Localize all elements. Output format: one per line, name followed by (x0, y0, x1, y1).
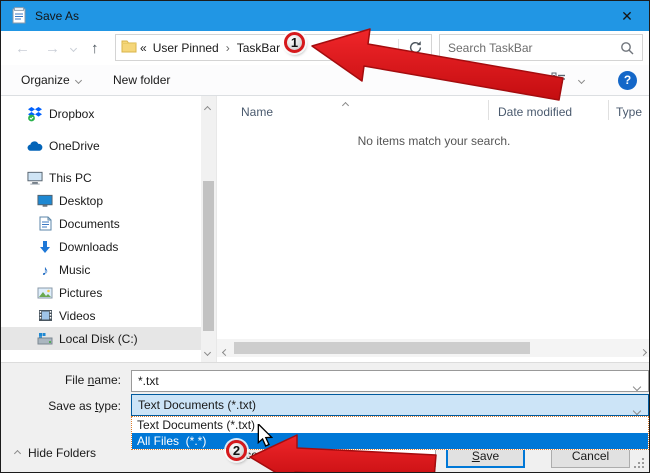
sidebar-item-label: Documents (59, 216, 120, 231)
sidebar-item-documents[interactable]: Documents (1, 212, 201, 235)
sidebar-item-label: Desktop (59, 193, 104, 208)
refresh-icon[interactable] (408, 40, 423, 58)
videos-icon (37, 308, 53, 324)
dropdown-option-all-files[interactable]: All Files (*.*) (132, 433, 648, 449)
save-as-dialog: Save As ✕ ← → ↑ « User Pinned › TaskBar … (0, 0, 650, 473)
sidebar-item-label: Local Disk (C:) (59, 331, 138, 346)
sidebar-item-label: OneDrive (49, 138, 100, 153)
breadcrumb-overflow[interactable]: « (137, 41, 150, 55)
step2-badge: 2 (226, 440, 247, 461)
sidebar-item-onedrive[interactable]: OneDrive (1, 134, 201, 157)
save-as-type-combobox[interactable]: Text Documents (*.txt) (131, 394, 649, 416)
pictures-icon (37, 285, 53, 301)
sidebar-item-label: Videos (59, 308, 96, 323)
title-bar: Save As ✕ (1, 1, 649, 31)
search-icon (620, 41, 634, 58)
recent-locations-chevron-icon[interactable] (69, 31, 78, 65)
sidebar-item-label: Pictures (59, 285, 103, 300)
back-icon[interactable]: ← (15, 31, 30, 65)
sidebar-item-label: Downloads (59, 239, 119, 254)
address-dropdown-chevron-icon[interactable] (381, 45, 391, 59)
help-icon: ? (618, 70, 637, 90)
up-icon[interactable]: ↑ (91, 31, 99, 65)
save-as-type-chevron-icon[interactable] (632, 403, 642, 417)
column-header-date-modified[interactable]: Date modified (498, 101, 572, 123)
step1-badge: 1 (284, 32, 305, 53)
sidebar-item-label: This PC (49, 170, 92, 185)
file-name-label: File name: (64, 373, 121, 387)
navigation-pane: Dropbox OneDrive This PC Desktop Documen… (1, 96, 201, 362)
sidebar-item-this-pc[interactable]: This PC (1, 166, 201, 189)
close-button[interactable]: ✕ (605, 1, 649, 31)
scroll-up-icon[interactable] (203, 101, 212, 115)
save-as-type-label: Save as type: (48, 399, 121, 413)
scroll-down-icon[interactable] (203, 344, 212, 358)
navigation-bar: ← → ↑ « User Pinned › TaskBar Search Tas… (1, 31, 649, 65)
search-placeholder: Search TaskBar (448, 40, 533, 55)
column-header-name[interactable]: Name (241, 101, 273, 123)
sidebar-item-videos[interactable]: Videos (1, 304, 201, 327)
sort-ascending-icon (341, 97, 350, 111)
scroll-left-icon[interactable] (221, 344, 230, 358)
file-name-input[interactable]: *.txt (131, 370, 649, 392)
notepad-icon (11, 6, 27, 27)
sidebar-item-label: Dropbox (49, 106, 95, 121)
scroll-right-icon[interactable] (639, 344, 648, 358)
music-icon: ♪ (41, 261, 49, 278)
hide-folders-chevron-icon (13, 449, 22, 457)
resize-grip[interactable] (634, 458, 645, 469)
sidebar-scrollbar[interactable] (201, 96, 216, 362)
command-toolbar: Organize New folder ? (1, 65, 649, 96)
sidebar-item-pictures[interactable]: Pictures (1, 281, 201, 304)
new-folder-button[interactable]: New folder (113, 65, 170, 95)
file-list-pane: Name Date modified Type No items match y… (216, 96, 649, 362)
downloads-icon (37, 239, 53, 255)
folder-icon (121, 39, 137, 56)
encoding-chevron-icon (419, 453, 429, 467)
dropdown-option-text-documents[interactable]: Text Documents (*.txt) (132, 417, 648, 433)
horizontal-scrollbar-thumb[interactable] (234, 342, 530, 354)
view-list-button[interactable] (551, 65, 567, 95)
breadcrumb-item-taskbar[interactable]: TaskBar (234, 41, 283, 55)
content-area: Dropbox OneDrive This PC Desktop Documen… (1, 96, 649, 362)
file-list-horizontal-scrollbar[interactable] (217, 339, 649, 358)
onedrive-icon (27, 138, 43, 154)
dropbox-icon (27, 106, 43, 122)
save-as-type-dropdown-list: Text Documents (*.txt) All Files (*.*) (131, 416, 649, 450)
forward-icon[interactable]: → (45, 31, 60, 65)
sidebar-item-local-disk-c[interactable]: Local Disk (C:) (1, 327, 201, 350)
breadcrumb-separator: › (225, 40, 230, 55)
empty-folder-message: No items match your search. (357, 134, 511, 148)
window-title: Save As (35, 9, 80, 23)
this-pc-icon (27, 170, 43, 186)
local-disk-icon (37, 331, 53, 347)
help-button[interactable]: ? (618, 65, 637, 95)
organize-button[interactable]: Organize (21, 65, 82, 95)
sidebar-item-music[interactable]: ♪ Music (1, 258, 201, 281)
sidebar-item-dropbox[interactable]: Dropbox (1, 102, 201, 125)
sidebar-item-label: Music (59, 262, 91, 277)
address-bar[interactable]: « User Pinned › TaskBar (115, 34, 432, 61)
hide-folders-button[interactable]: Hide Folders (13, 446, 96, 460)
column-header-type[interactable]: Type (616, 101, 642, 123)
list-view-icon (551, 72, 567, 89)
breadcrumb-item-user-pinned[interactable]: User Pinned (150, 41, 222, 55)
file-name-dropdown-chevron-icon[interactable] (632, 379, 642, 393)
sidebar-item-downloads[interactable]: Downloads (1, 235, 201, 258)
documents-icon (37, 216, 53, 232)
organize-chevron-icon (74, 76, 82, 84)
search-input[interactable]: Search TaskBar (439, 34, 643, 61)
sidebar-item-desktop[interactable]: Desktop (1, 189, 201, 212)
sidebar-scrollbar-thumb[interactable] (203, 181, 214, 331)
desktop-icon (37, 193, 53, 209)
view-options-chevron-icon[interactable] (577, 65, 586, 95)
